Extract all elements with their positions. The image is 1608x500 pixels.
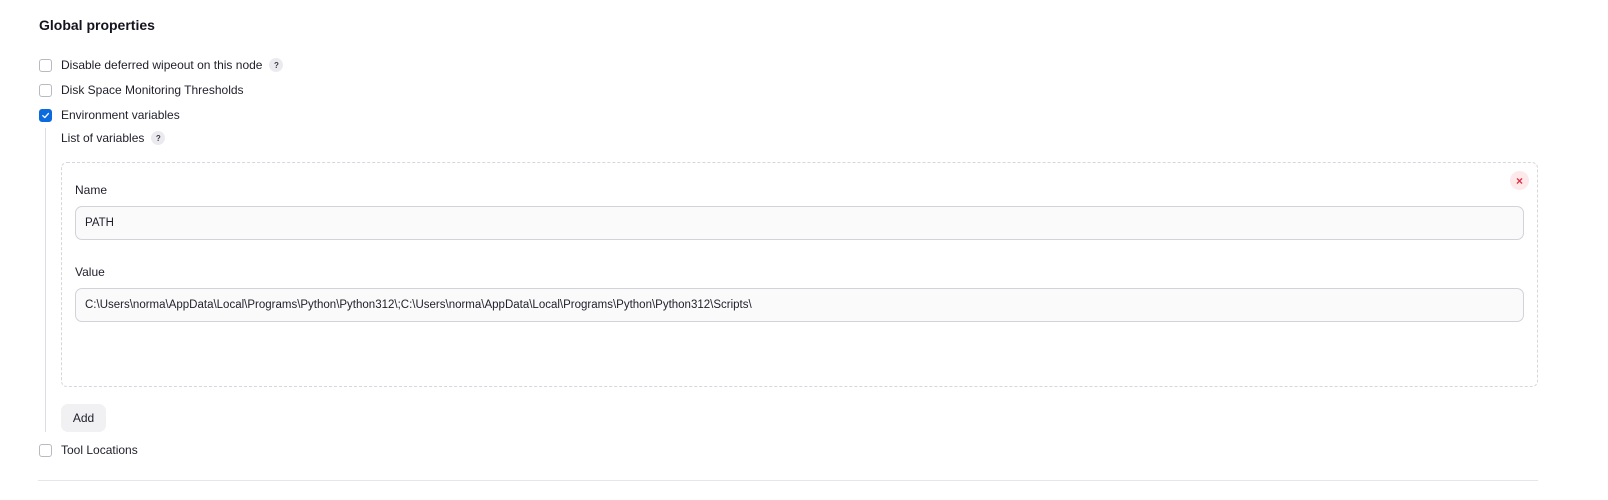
tool-locations-option[interactable]: Tool Locations — [39, 442, 138, 458]
disk-space-label[interactable]: Disk Space Monitoring Thresholds — [61, 83, 244, 97]
value-input[interactable] — [75, 288, 1524, 322]
help-icon[interactable]: ? — [151, 131, 166, 145]
disable-wipeout-label[interactable]: Disable deferred wipeout on this node — [61, 58, 262, 72]
section-divider — [38, 480, 1538, 481]
name-label: Name — [75, 183, 108, 197]
nested-section-rule — [45, 128, 46, 432]
disk-space-option[interactable]: Disk Space Monitoring Thresholds — [39, 82, 244, 98]
env-vars-checkbox[interactable] — [39, 108, 52, 122]
disk-space-checkbox[interactable] — [39, 83, 52, 97]
section-title: Global properties — [39, 17, 155, 33]
env-vars-label[interactable]: Environment variables — [61, 108, 180, 122]
global-properties-panel: Global properties Disable deferred wipeo… — [0, 0, 1608, 500]
name-input[interactable] — [75, 206, 1524, 240]
tool-locations-label[interactable]: Tool Locations — [61, 443, 138, 457]
env-vars-option[interactable]: Environment variables — [39, 107, 180, 123]
list-of-variables-heading: List of variables ? — [61, 131, 166, 145]
delete-entry-button[interactable]: × — [1510, 171, 1529, 190]
list-of-variables-label: List of variables — [61, 131, 145, 145]
help-icon[interactable]: ? — [269, 58, 284, 72]
value-label: Value — [75, 265, 105, 279]
disable-wipeout-checkbox[interactable] — [39, 58, 52, 72]
add-variable-button[interactable]: Add — [61, 404, 106, 432]
tool-locations-checkbox[interactable] — [39, 443, 52, 457]
disable-wipeout-option[interactable]: Disable deferred wipeout on this node ? — [39, 57, 284, 73]
env-variable-entry: × Name Value — [61, 162, 1538, 387]
checkmark-icon — [42, 112, 50, 118]
